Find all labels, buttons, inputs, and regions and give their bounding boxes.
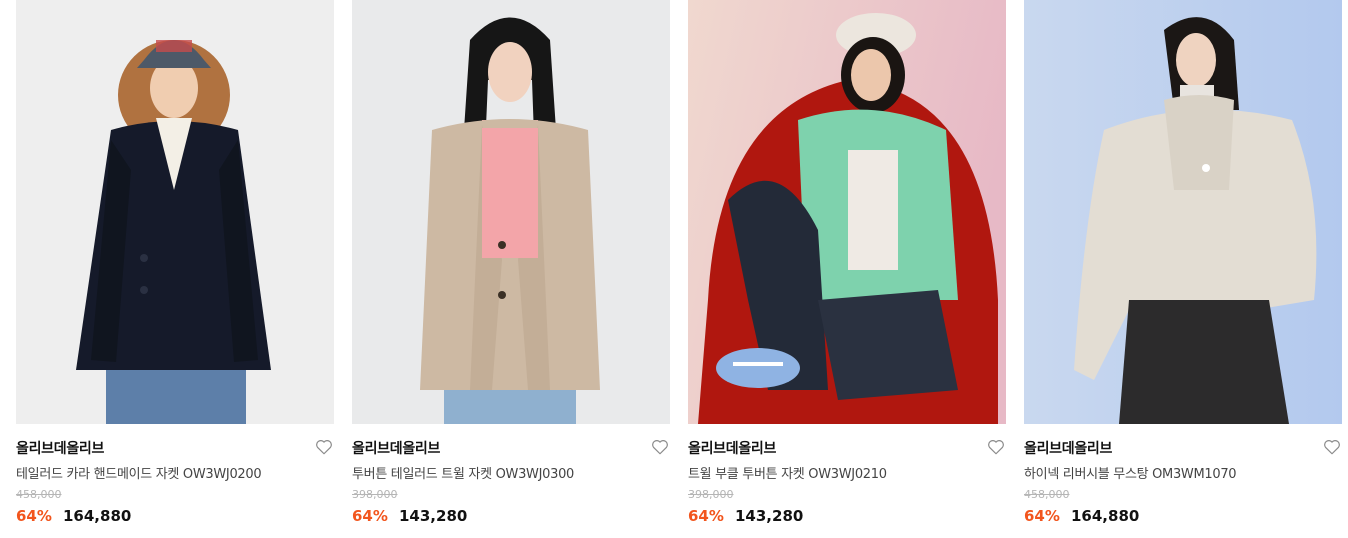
heart-icon[interactable] bbox=[987, 438, 1005, 456]
product-image[interactable] bbox=[1024, 0, 1342, 424]
discount-rate: 64% bbox=[352, 507, 388, 525]
product-brand[interactable]: 올리브데올리브 bbox=[16, 438, 104, 458]
product-name[interactable]: 테일러드 카라 핸드메이드 자켓 OW3WJ0200 bbox=[16, 463, 262, 482]
discount-rate: 64% bbox=[16, 507, 52, 525]
sale-price: 164,880 bbox=[1071, 507, 1140, 525]
sale-price: 143,280 bbox=[399, 507, 468, 525]
product-brand[interactable]: 올리브데올리브 bbox=[688, 438, 776, 458]
product-grid: 올리브데올리브 테일러드 카라 핸드메이드 자켓 OW3WJ0200 458,0… bbox=[0, 0, 1348, 538]
price-row: 64% 143,280 bbox=[352, 506, 467, 525]
original-price: 398,000 bbox=[688, 488, 734, 501]
product-card[interactable]: 올리브데올리브 테일러드 카라 핸드메이드 자켓 OW3WJ0200 458,0… bbox=[16, 0, 334, 538]
discount-rate: 64% bbox=[1024, 507, 1060, 525]
original-price: 458,000 bbox=[16, 488, 62, 501]
heart-icon[interactable] bbox=[315, 438, 333, 456]
product-card[interactable]: 올리브데올리브 하이넥 리버시블 무스탕 OM3WM1070 458,000 6… bbox=[1024, 0, 1342, 538]
product-image[interactable] bbox=[16, 0, 334, 424]
sale-price: 164,880 bbox=[63, 507, 132, 525]
product-name[interactable]: 하이넥 리버시블 무스탕 OM3WM1070 bbox=[1024, 463, 1237, 482]
heart-icon[interactable] bbox=[651, 438, 669, 456]
original-price: 458,000 bbox=[1024, 488, 1070, 501]
product-card[interactable]: 올리브데올리브 트윌 부클 투버튼 자켓 OW3WJ0210 398,000 6… bbox=[688, 0, 1006, 538]
product-brand[interactable]: 올리브데올리브 bbox=[352, 438, 440, 458]
sale-price: 143,280 bbox=[735, 507, 804, 525]
heart-icon[interactable] bbox=[1323, 438, 1341, 456]
price-row: 64% 164,880 bbox=[16, 506, 131, 525]
discount-rate: 64% bbox=[688, 507, 724, 525]
price-row: 64% 143,280 bbox=[688, 506, 803, 525]
product-name[interactable]: 투버튼 테일러드 트윌 자켓 OW3WJ0300 bbox=[352, 463, 574, 482]
product-name[interactable]: 트윌 부클 투버튼 자켓 OW3WJ0210 bbox=[688, 463, 887, 482]
product-image[interactable] bbox=[688, 0, 1006, 424]
product-image[interactable] bbox=[352, 0, 670, 424]
original-price: 398,000 bbox=[352, 488, 398, 501]
price-row: 64% 164,880 bbox=[1024, 506, 1139, 525]
product-brand[interactable]: 올리브데올리브 bbox=[1024, 438, 1112, 458]
product-card[interactable]: 올리브데올리브 투버튼 테일러드 트윌 자켓 OW3WJ0300 398,000… bbox=[352, 0, 670, 538]
